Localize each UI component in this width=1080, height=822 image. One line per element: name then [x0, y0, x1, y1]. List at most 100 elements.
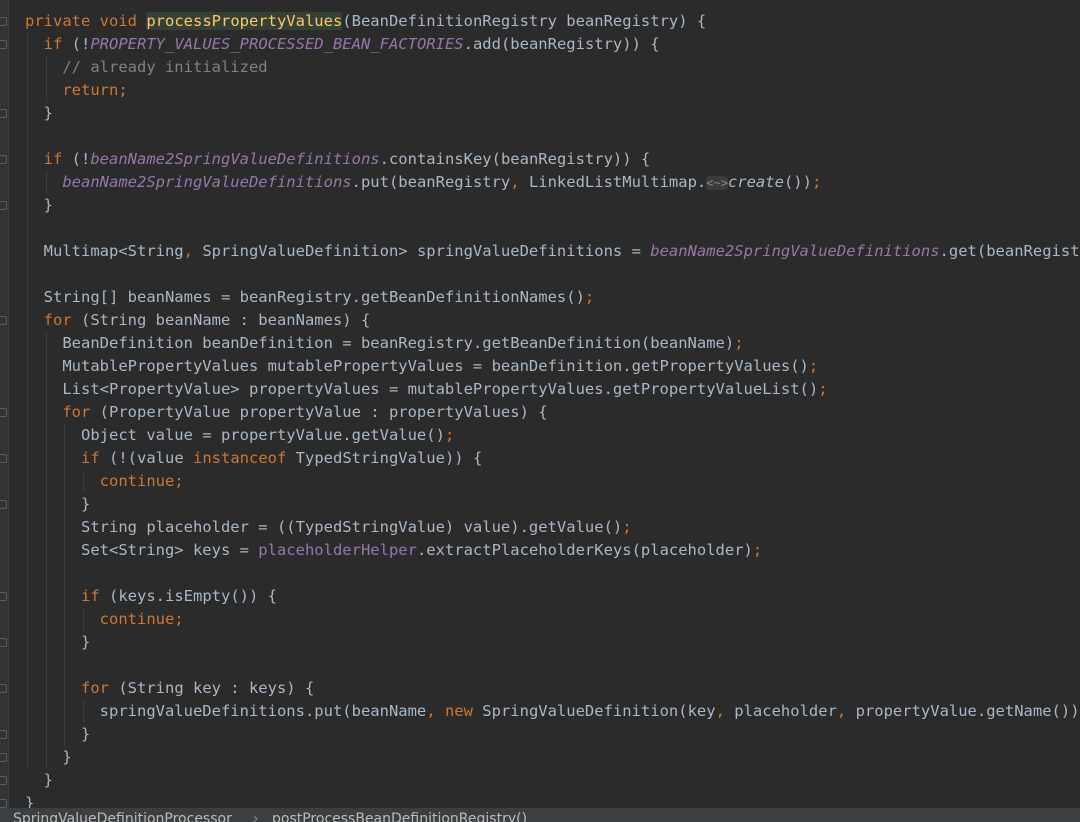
- code-line[interactable]: beanName2SpringValueDefinitions.put(bean…: [25, 171, 821, 194]
- code-token: return;: [62, 81, 128, 99]
- code-token: }: [25, 196, 53, 214]
- editor-gutter: [0, 0, 9, 808]
- code-token: }: [25, 794, 35, 808]
- code-line[interactable]: }: [25, 746, 71, 769]
- code-token: beanName2SpringValueDefinitions: [650, 242, 940, 260]
- fold-marker-icon[interactable]: [0, 316, 7, 325]
- code-token: instanceof: [193, 449, 296, 467]
- code-token: }: [25, 104, 53, 122]
- code-editor[interactable]: private void processPropertyValues(BeanD…: [0, 0, 1080, 808]
- code-token: (!: [71, 150, 91, 168]
- code-token: .add(beanRegistry)) {: [463, 35, 660, 53]
- code-line[interactable]: private void processPropertyValues(BeanD…: [25, 10, 706, 33]
- code-token: beanName2SpringValueDefinitions: [62, 173, 352, 191]
- code-line[interactable]: if (!(value instanceof TypedStringValue)…: [25, 447, 482, 470]
- fold-marker-icon[interactable]: [0, 753, 7, 762]
- code-line[interactable]: String[] beanNames = beanRegistry.getBea…: [25, 286, 595, 309]
- code-token: MutablePropertyValues mutablePropertyVal…: [25, 357, 809, 375]
- code-token: }: [25, 725, 91, 743]
- code-token: create: [727, 173, 784, 191]
- code-token: ,: [510, 173, 529, 191]
- fold-marker-icon[interactable]: [0, 776, 7, 785]
- code-token: ,: [836, 702, 856, 720]
- code-line[interactable]: return;: [25, 79, 128, 102]
- code-line[interactable]: Multimap<String, SpringValueDefinition> …: [25, 240, 1080, 263]
- code-token: List<PropertyValue> propertyValues = mut…: [25, 380, 819, 398]
- fold-marker-icon[interactable]: [0, 40, 7, 49]
- breadcrumb-separator: ›: [253, 811, 259, 822]
- fold-marker-icon[interactable]: [0, 408, 7, 417]
- code-token: ;: [734, 334, 744, 352]
- code-token: String placeholder = ((TypedStringValue)…: [25, 518, 623, 536]
- code-line[interactable]: Object value = propertyValue.getValue();: [25, 424, 454, 447]
- code-line[interactable]: }: [25, 631, 90, 654]
- code-token: (!: [71, 35, 91, 53]
- code-token: for: [81, 679, 119, 697]
- code-token: ;: [811, 173, 822, 191]
- code-line[interactable]: }: [25, 194, 53, 217]
- breadcrumb-class[interactable]: SpringValueDefinitionProcessor: [13, 811, 232, 822]
- code-line[interactable]: Set<String> keys = placeholderHelper.ext…: [25, 539, 762, 562]
- code-line[interactable]: BeanDefinition beanDefinition = beanRegi…: [25, 332, 744, 355]
- code-token: ;: [444, 426, 455, 444]
- code-line[interactable]: if (!beanName2SpringValueDefinitions.con…: [25, 148, 651, 171]
- code-token: LinkedListMultimap.: [528, 173, 707, 191]
- code-line[interactable]: String placeholder = ((TypedStringValue)…: [25, 516, 632, 539]
- code-line[interactable]: for (String key : keys) {: [25, 677, 314, 700]
- code-line[interactable]: if (!PROPERTY_VALUES_PROCESSED_BEAN_FACT…: [25, 33, 660, 56]
- code-line[interactable]: springValueDefinitions.put(beanName, new…: [25, 700, 1080, 723]
- code-line[interactable]: continue;: [25, 470, 184, 493]
- code-token: ,: [183, 242, 203, 260]
- code-line[interactable]: // already initialized: [25, 56, 268, 79]
- fold-marker-icon[interactable]: [0, 201, 7, 210]
- code-line[interactable]: if (keys.isEmpty()) {: [25, 585, 277, 608]
- code-line[interactable]: }: [25, 769, 53, 792]
- code-token: ;: [584, 288, 595, 306]
- code-line[interactable]: for (String beanName : beanNames) {: [25, 309, 371, 332]
- code-line[interactable]: }: [25, 102, 53, 125]
- fold-marker-icon[interactable]: [0, 17, 7, 26]
- code-line[interactable]: }: [25, 792, 34, 808]
- fold-marker-icon[interactable]: [0, 454, 7, 463]
- code-token: private void: [25, 12, 147, 30]
- code-token: Object value = propertyValue.getValue(): [25, 426, 445, 444]
- code-token: if: [81, 449, 109, 467]
- fold-marker-icon[interactable]: [0, 109, 7, 118]
- code-token: SpringValueDefinition> springValueDefini…: [202, 242, 651, 260]
- fold-marker-icon[interactable]: [0, 638, 7, 647]
- code-line[interactable]: }: [25, 723, 90, 746]
- fold-marker-icon[interactable]: [0, 799, 7, 808]
- fold-marker-icon[interactable]: [0, 155, 7, 164]
- code-token: propertyValue.getName())): [855, 702, 1080, 720]
- code-token: ;: [808, 357, 819, 375]
- fold-marker-icon[interactable]: [0, 684, 7, 693]
- code-token: (String key : keys) {: [118, 679, 315, 697]
- code-token: .containsKey(beanRegistry)) {: [379, 150, 651, 168]
- fold-marker-icon[interactable]: [0, 592, 7, 601]
- code-token: (BeanDefinitionRegistry beanRegistry) {: [342, 12, 707, 30]
- code-token: ;: [622, 518, 632, 536]
- code-token: new: [444, 702, 483, 720]
- code-token: placeholderHelper: [258, 541, 417, 559]
- code-token: ()): [783, 173, 812, 191]
- fold-marker-icon[interactable]: [0, 500, 7, 509]
- code-line[interactable]: List<PropertyValue> propertyValues = mut…: [25, 378, 827, 401]
- code-token: placeholder: [734, 702, 837, 720]
- code-line[interactable]: continue;: [25, 608, 184, 631]
- code-line[interactable]: }: [25, 493, 90, 516]
- code-line[interactable]: for (PropertyValue propertyValue : prope…: [25, 401, 547, 424]
- folded-generics-token[interactable]: <~>: [706, 176, 728, 190]
- code-token: // already initialized: [62, 58, 268, 76]
- fold-marker-icon[interactable]: [0, 730, 7, 739]
- breadcrumb-method[interactable]: postProcessBeanDefinitionRegistry(): [272, 811, 527, 822]
- code-line[interactable]: MutablePropertyValues mutablePropertyVal…: [25, 355, 818, 378]
- code-token: continue;: [99, 610, 184, 628]
